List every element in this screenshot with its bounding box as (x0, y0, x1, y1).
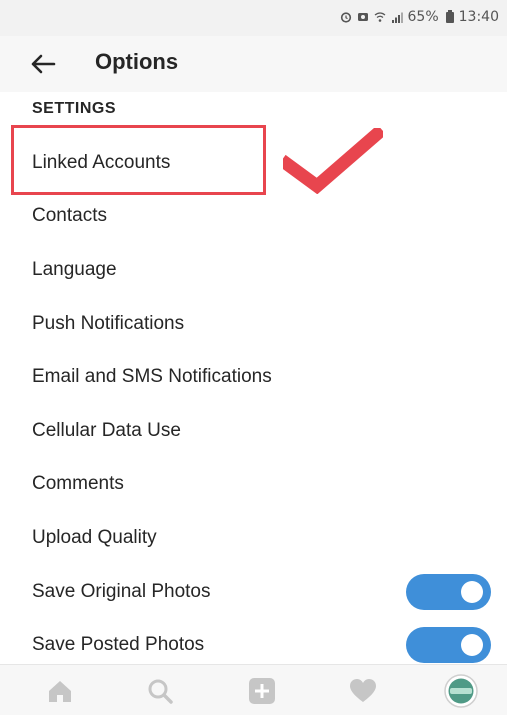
settings-item-label: Email and SMS Notifications (32, 366, 272, 388)
settings-item-label: Push Notifications (32, 312, 185, 334)
settings-item-cellular-data-use[interactable]: Cellular Data Use (0, 404, 507, 458)
page-title: Options (95, 49, 179, 74)
settings-item-label: Save Original Photos (32, 580, 211, 602)
settings-item-contacts[interactable]: Contacts (0, 190, 507, 244)
settings-item-comments[interactable]: Comments (0, 458, 507, 512)
battery-icon (445, 9, 454, 23)
settings-list: Linked Accounts Contacts Language Push N… (0, 136, 507, 672)
settings-item-language[interactable]: Language (0, 243, 507, 297)
home-icon[interactable] (45, 677, 75, 705)
signal-icon (391, 12, 403, 23)
settings-item-label: Contacts (32, 205, 107, 227)
settings-item-email-sms-notifications[interactable]: Email and SMS Notifications (0, 350, 507, 404)
settings-item-push-notifications[interactable]: Push Notifications (0, 297, 507, 351)
back-arrow-icon[interactable] (28, 50, 58, 78)
save-posted-photos-toggle[interactable] (406, 627, 491, 664)
settings-item-upload-quality[interactable]: Upload Quality (0, 511, 507, 565)
settings-item-label: Linked Accounts (32, 151, 171, 173)
settings-item-label: Save Posted Photos (32, 634, 205, 656)
alarm-icon (340, 12, 351, 23)
status-bar: 65% 13:40 (0, 0, 507, 36)
settings-item-label: Cellular Data Use (32, 419, 181, 441)
settings-item-label: Language (32, 258, 117, 280)
app-header: Options (0, 36, 507, 92)
add-icon[interactable] (247, 677, 277, 705)
battery-percent: 65% (407, 9, 439, 25)
section-header-settings: SETTINGS (32, 100, 117, 117)
toggle-knob (461, 634, 483, 657)
settings-item-linked-accounts[interactable]: Linked Accounts (0, 136, 507, 190)
toggle-knob (461, 580, 483, 603)
settings-item-label: Upload Quality (32, 526, 157, 548)
clock-time: 13:40 (458, 9, 499, 25)
settings-item-label: Comments (32, 473, 124, 495)
save-original-photos-toggle[interactable] (406, 573, 491, 610)
settings-item-save-original-photos: Save Original Photos (0, 565, 507, 619)
notification-icon (357, 13, 368, 21)
wifi-icon (374, 12, 385, 22)
bottom-nav (0, 664, 507, 715)
heart-icon[interactable] (348, 677, 378, 705)
status-icons: 65% 13:40 (340, 9, 499, 25)
search-icon[interactable] (145, 677, 175, 705)
profile-avatar-icon[interactable] (441, 673, 481, 709)
